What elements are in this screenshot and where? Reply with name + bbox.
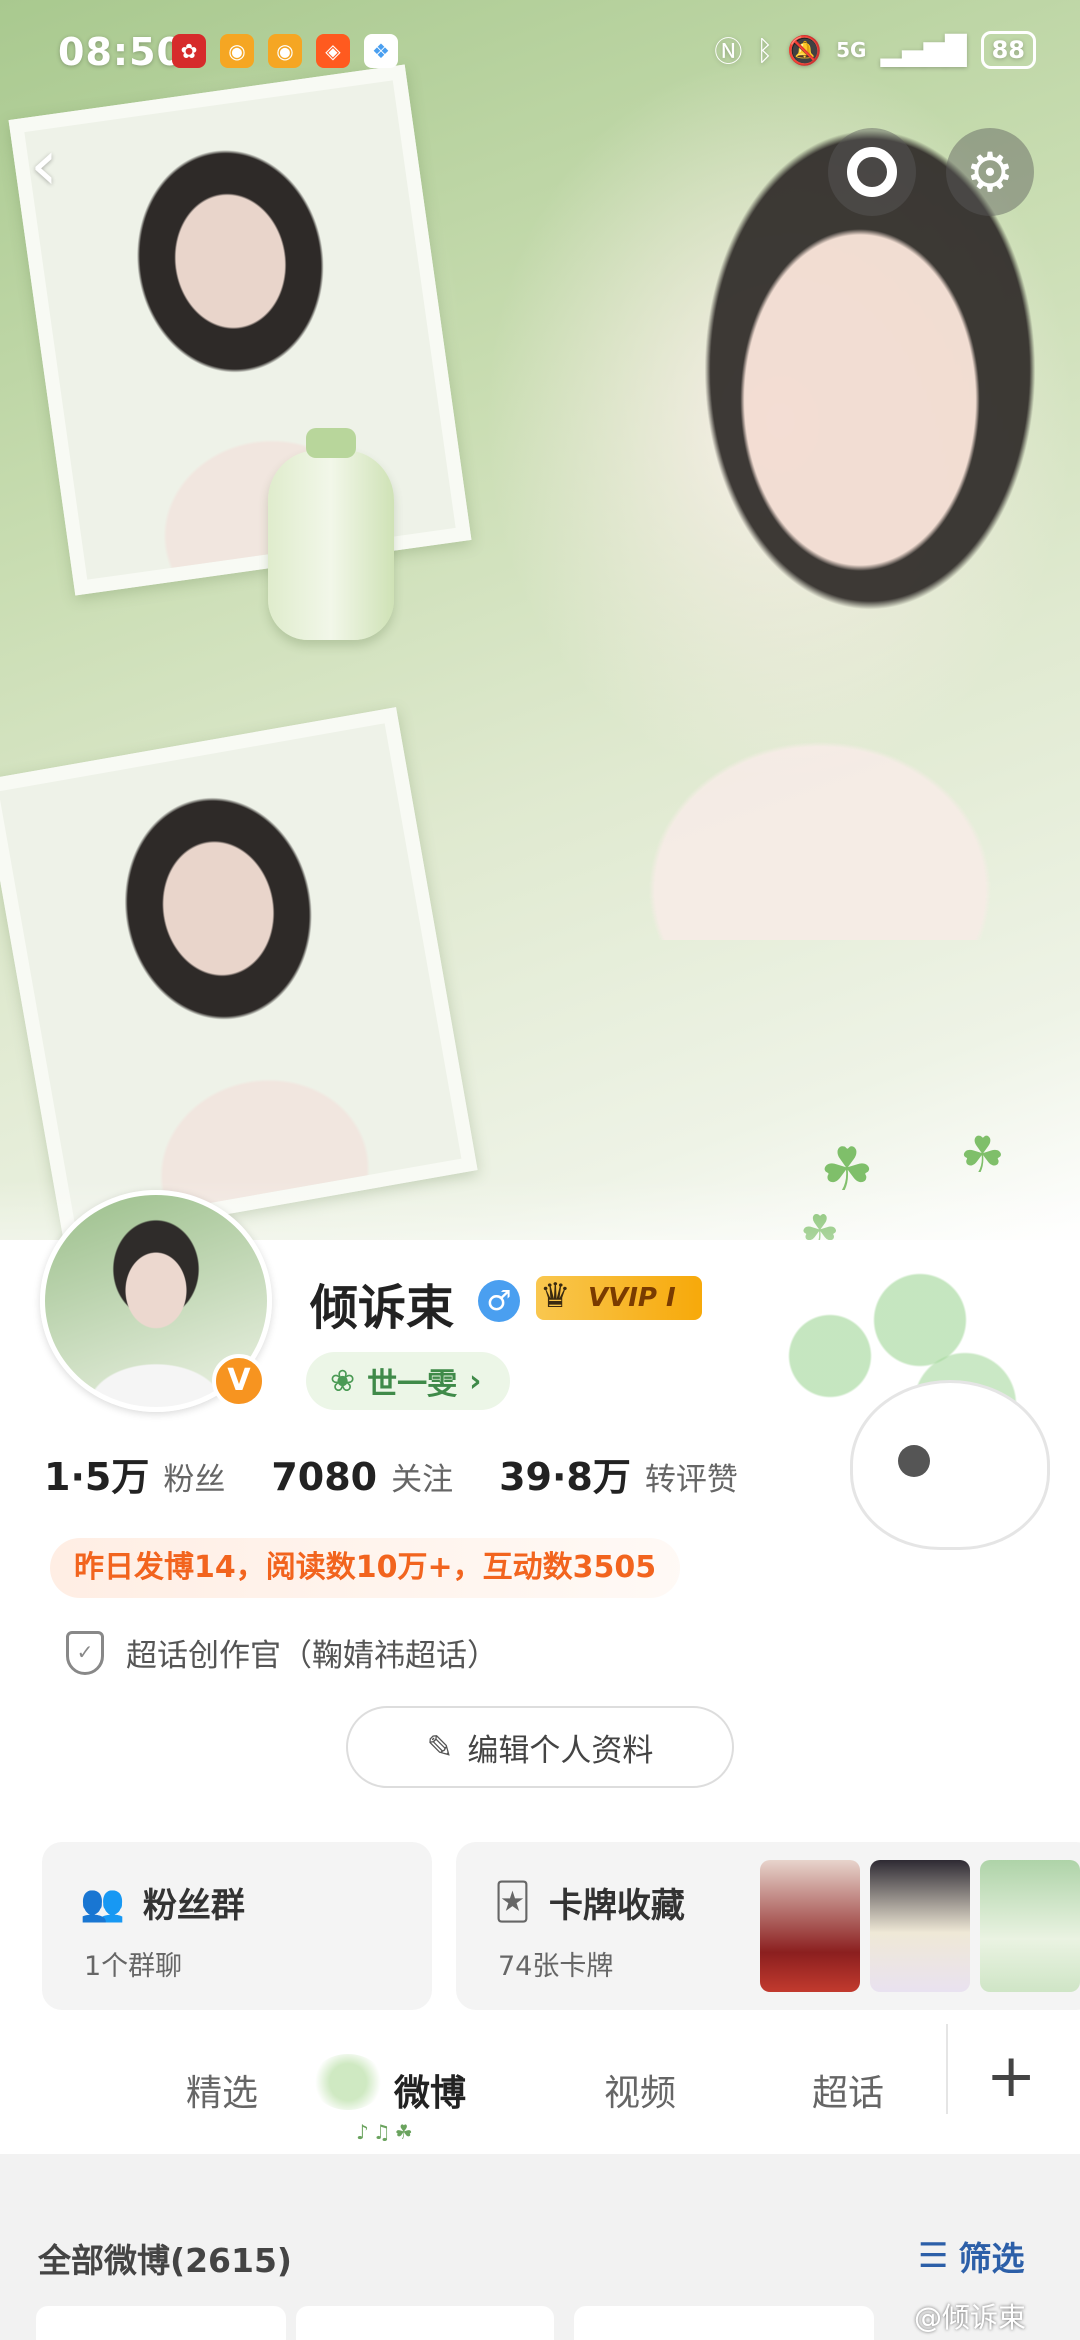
tab-weibo[interactable]: 微博 — [394, 2064, 466, 2116]
stat-label: 关注 — [391, 1462, 454, 1498]
signal-icon: ▂▄▆█ — [880, 33, 967, 67]
settings-button[interactable]: ⚙ — [946, 128, 1034, 216]
battery-icon: 88 — [980, 31, 1036, 69]
collected-card-thumbnail[interactable] — [980, 1860, 1080, 1992]
nfc-icon: Ⓝ — [714, 35, 743, 68]
collected-card-thumbnail[interactable] — [870, 1860, 970, 1992]
stat-label: 粉丝 — [163, 1462, 226, 1498]
shield-icon: ✓ — [66, 1630, 104, 1675]
puppy-mascot-decoration — [850, 1380, 1050, 1550]
fan-badge-label: 世一雯 — [367, 1367, 458, 1402]
verified-badge: V — [212, 1354, 266, 1408]
fans-group-title: 粉丝群 — [142, 1886, 245, 1926]
collected-card-thumbnail[interactable] — [760, 1860, 860, 1992]
vvip-badge[interactable]: ♛ VVIP I — [536, 1276, 702, 1320]
app-icon: ❖ — [364, 34, 398, 68]
card-collection-title: 卡牌收藏 — [548, 1886, 685, 1926]
male-gender-icon: ♂ — [478, 1280, 520, 1322]
back-button[interactable]: ‹ — [30, 130, 90, 210]
lotus-icon: ❀ — [330, 1363, 356, 1399]
chevron-right-icon: › — [469, 1363, 482, 1399]
crown-icon: ♛ — [540, 1276, 571, 1316]
plus-icon: + — [986, 2041, 1037, 2111]
tab-video[interactable]: 视频 — [604, 2064, 676, 2116]
stat-value: 39·8万 — [499, 1455, 631, 1499]
card-collection-icon: 🃏 — [494, 1882, 531, 1923]
status-time: 08:50 — [58, 30, 184, 74]
status-bar: 08:50 ✿ ◉ ◉ ◈ ❖ Ⓝ ᛒ 🔕 5G ▂▄▆█ 88 — [0, 0, 1080, 110]
profile-tabs: 精选 微博 视频 超话 — [0, 2040, 1080, 2150]
card-collection-subtitle: 74张卡牌 — [498, 1951, 614, 1982]
edit-profile-button[interactable]: ✎ 编辑个人资料 — [346, 1706, 734, 1788]
pencil-icon: ✎ — [426, 1728, 454, 1766]
mute-icon: 🔕 — [787, 33, 823, 67]
tab-mascot-decoration — [312, 2054, 384, 2110]
filter-icon: ☰ — [918, 2236, 949, 2276]
divider — [946, 2024, 948, 2114]
filter-label: 筛选 — [958, 2239, 1025, 2278]
stat-following[interactable]: 7080 关注 — [271, 1454, 453, 1499]
tab-chaohua[interactable]: 超话 — [812, 2064, 884, 2116]
settings-gear-icon: ⚙ — [965, 140, 1015, 204]
edit-profile-label: 编辑个人资料 — [467, 1732, 654, 1769]
username: 倾诉束 — [310, 1280, 455, 1336]
network-type: 5G — [836, 38, 867, 62]
stat-label: 转评赞 — [644, 1462, 738, 1498]
bluetooth-icon: ᛒ — [756, 33, 774, 67]
fans-group-subtitle: 1个群聊 — [84, 1951, 183, 1982]
stat-value: 1·5万 — [44, 1455, 150, 1499]
weibo-icon: ◉ — [268, 34, 302, 68]
cover-photo-frame — [0, 707, 478, 1243]
system-status-icons: Ⓝ ᛒ 🔕 5G ▂▄▆█ 88 — [714, 30, 1036, 70]
fan-badge-pill[interactable]: ❀ 世一雯 › — [306, 1352, 510, 1410]
taobao-icon: ◈ — [316, 34, 350, 68]
feed-title: 全部微博(2615) — [38, 2241, 293, 2280]
filter-button[interactable]: ☰ 筛选 — [918, 2232, 1024, 2280]
notification-icons: ✿ ◉ ◉ ◈ ❖ — [172, 34, 398, 68]
feed-card[interactable] — [574, 2306, 874, 2340]
fans-group-card[interactable]: 👥 粉丝群 1个群聊 — [42, 1842, 432, 2010]
clover-icon: ☘ — [960, 1126, 1005, 1184]
ring-button[interactable] — [828, 128, 916, 216]
vvip-label: VVIP I — [588, 1283, 676, 1313]
huawei-icon: ✿ — [172, 34, 206, 68]
profile-cover-image[interactable]: ☘ ☘ ☘ — [0, 0, 1080, 1254]
stat-followers[interactable]: 1·5万 粉丝 — [44, 1446, 225, 1501]
group-icon: 👥 — [80, 1882, 125, 1924]
back-arrow-icon: ‹ — [30, 124, 58, 206]
feed-card[interactable] — [296, 2306, 554, 2340]
milk-bottle-decoration — [268, 428, 394, 640]
card-title: 🃏 卡牌收藏 — [494, 1878, 685, 1927]
music-notes-icon: ♪♫☘ — [356, 2120, 417, 2144]
activity-summary[interactable]: 昨日发博14，阅读数10万+，互动数3505 — [50, 1538, 681, 1598]
tab-featured[interactable]: 精选 — [186, 2064, 258, 2116]
feed-card[interactable] — [36, 2306, 286, 2340]
profile-stats: 1·5万 粉丝 7080 关注 39·8万 转评赞 — [44, 1446, 738, 1501]
chaohua-role[interactable]: ✓ 超话创作官（鞠婧祎超话） — [66, 1630, 498, 1675]
ring-icon — [847, 147, 897, 197]
card-collection-card[interactable]: 🃏 卡牌收藏 74张卡牌 — [456, 1842, 1080, 2010]
chaohua-role-label: 超话创作官（鞠婧祎超话） — [126, 1638, 498, 1674]
card-title: 👥 粉丝群 — [80, 1878, 245, 1927]
add-tab-button[interactable]: + — [986, 2046, 1036, 2106]
watermark: @倾诉束 — [914, 2301, 1027, 2334]
stat-value: 7080 — [271, 1455, 378, 1499]
weibo-icon: ◉ — [220, 34, 254, 68]
stat-interactions[interactable]: 39·8万 转评赞 — [499, 1446, 738, 1501]
